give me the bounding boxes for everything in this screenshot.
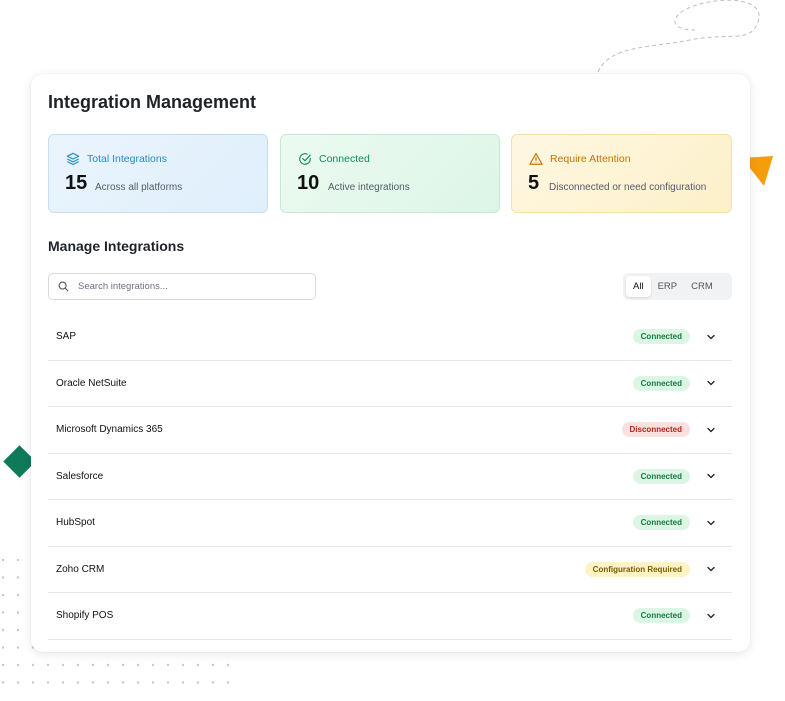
stat-connected: Connected 10 Active integrations [280, 134, 500, 213]
chevron-down-icon[interactable] [706, 332, 716, 342]
stat-value: 5 [528, 172, 540, 194]
chevron-down-icon[interactable] [706, 378, 716, 388]
integration-name: Oracle NetSuite [56, 377, 127, 389]
filter-erp[interactable]: ERP [651, 276, 685, 297]
status-badge: Disconnected [621, 422, 690, 438]
status-badge: Connected [632, 608, 690, 624]
integration-card: Integration Management Total Integration… [31, 74, 750, 652]
integration-row[interactable]: HubSpot Connected [48, 500, 732, 547]
chevron-down-icon[interactable] [706, 564, 716, 574]
integration-name: SAP [56, 331, 77, 343]
status-badge: Connected [632, 329, 690, 345]
search-icon [58, 281, 69, 292]
integration-name: Zoho CRM [56, 563, 105, 575]
status-badge: Connected [632, 468, 690, 484]
status-badge: Connected [632, 515, 690, 531]
chevron-down-icon[interactable] [706, 425, 716, 435]
category-filter: All ERP CRM [623, 273, 732, 300]
warning-icon [529, 153, 543, 165]
integration-row[interactable]: Oracle NetSuite Connected [48, 361, 732, 407]
integration-name: Microsoft Dynamics 365 [56, 424, 163, 436]
search-box[interactable] [48, 273, 316, 300]
stat-subtext: Disconnected or need configuration [549, 182, 707, 193]
integration-name: Shopify POS [56, 610, 114, 622]
integration-name: HubSpot [56, 517, 95, 529]
integration-row[interactable]: Zoho CRM Configuration Required [48, 547, 732, 593]
page-title: Integration Management [48, 92, 257, 112]
check-circle-icon [299, 153, 311, 165]
stat-label: Require Attention [550, 153, 631, 165]
integration-row[interactable]: Microsoft Dynamics 365 Disconnected [48, 407, 732, 454]
integration-list: SAP Connected Oracle NetSuite Connected Micr… [48, 314, 732, 640]
section-heading: Manage Integrations [48, 238, 185, 254]
integration-name: Salesforce [56, 470, 104, 482]
chevron-down-icon[interactable] [706, 611, 716, 621]
filter-crm[interactable]: CRM [684, 276, 720, 297]
status-badge: Configuration Required [584, 561, 690, 577]
integration-row[interactable]: SAP Connected [48, 314, 732, 361]
dashed-curve-decoration [597, 0, 760, 73]
stat-label: Connected [319, 153, 370, 165]
chevron-down-icon[interactable] [706, 518, 716, 528]
status-badge: Connected [632, 375, 690, 391]
stat-total-integrations: Total Integrations 15 Across all platfor… [48, 134, 268, 213]
filter-all[interactable]: All [626, 276, 651, 297]
stat-value: 15 [65, 172, 88, 194]
layers-icon [66, 152, 80, 166]
stat-subtext: Active integrations [328, 182, 410, 193]
search-input[interactable] [76, 280, 300, 293]
stat-subtext: Across all platforms [95, 182, 183, 193]
stat-value: 10 [297, 172, 320, 194]
stat-label: Total Integrations [87, 153, 167, 165]
integration-row[interactable]: Shopify POS Connected [48, 593, 732, 640]
integration-row[interactable]: Salesforce Connected [48, 454, 732, 500]
stat-require-attention: Require Attention 5 Disconnected or need… [511, 134, 732, 213]
chevron-down-icon[interactable] [706, 471, 716, 481]
